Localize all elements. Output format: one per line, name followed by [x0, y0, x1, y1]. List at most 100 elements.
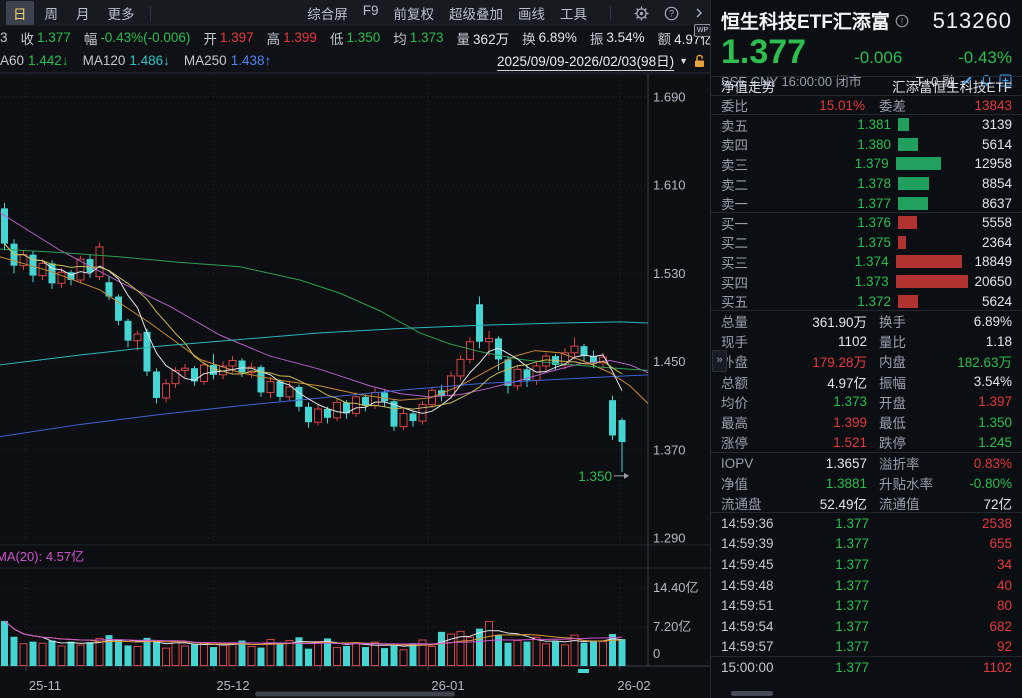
date-range-selector[interactable]: 2025/09/09-2026/02/03(98日) ▼ [497, 50, 710, 71]
stat-label: IOPV [721, 456, 767, 471]
ask-row[interactable]: 卖四 1.380 5614 [721, 135, 1012, 155]
last-price: 1.377 [721, 35, 806, 69]
weibi-value: 15.01% [765, 98, 865, 113]
stats-block-2: IOPV 1.3657 溢折率 0.83% 净值 1.3881 升贴水率 -0.… [711, 452, 1022, 512]
tick-row: 14:59:48 1.377 40 [721, 575, 1012, 596]
bid-row[interactable]: 买四 1.373 20650 [721, 272, 1012, 292]
bid-volume: 5558 [978, 215, 1012, 230]
toolbar-button[interactable]: 工具 [560, 3, 587, 23]
depth-bar-zone [898, 216, 978, 229]
date-range-text: 2025/09/09-2026/02/03(98日) [497, 50, 674, 71]
bid-row[interactable]: 买三 1.374 18849 [721, 252, 1012, 272]
quote-item: 开1.397 [203, 28, 253, 48]
depth-bar [896, 157, 941, 170]
period-tab[interactable]: 更多 [101, 1, 142, 25]
stat-value: 179.28万 [767, 351, 867, 371]
bid-label: 买二 [721, 232, 765, 252]
candlestick-chart[interactable]: 1.6901.6101.5301.4501.3701.29014.40亿7.20… [0, 72, 710, 698]
security-name: 恒生科技ETF汇添富 [721, 7, 890, 34]
quote-item: 高1.399 [267, 28, 317, 48]
stat-value: 1.350 [941, 415, 1012, 430]
quote-value: 362万 [473, 28, 509, 48]
chevron-right-icon[interactable] [694, 7, 704, 19]
panel-expander[interactable]: » [712, 350, 727, 372]
tick-volume: 92 [869, 639, 1012, 654]
period-tab[interactable]: 周 [38, 1, 66, 25]
quote-item: 低1.350 [330, 28, 380, 48]
quote-label: 收 [21, 28, 35, 48]
weibi-label: 委比 [721, 95, 765, 115]
depth-bar-zone [898, 138, 978, 151]
toolbar-button[interactable]: F9 [363, 3, 379, 23]
stat-value: 1.3657 [767, 456, 867, 471]
quote-value: 1.397 [220, 30, 254, 45]
bid-label: 买五 [721, 291, 765, 311]
ma-label: A60 [0, 53, 24, 68]
nav-value-trend-row: 净值走势 汇添富恒生科技ETF [711, 76, 1022, 95]
ask-row[interactable]: 卖三 1.379 12958 [721, 154, 1012, 174]
tick-time: 14:59:51 [721, 598, 793, 613]
stat-label: 升贴水率 [879, 473, 941, 493]
toolbar-button[interactable]: 前复权 [394, 3, 435, 23]
tick-price: 1.377 [793, 598, 869, 613]
panel-horizontal-scrollbar[interactable] [731, 691, 773, 696]
bid-price[interactable]: 1.373 [764, 274, 888, 289]
stats-row: 涨停 1.521 跌停 1.245 [721, 432, 1012, 452]
svg-text:MA(20): 4.57亿: MA(20): 4.57亿 [0, 549, 84, 564]
ask-row[interactable]: 卖一 1.377 8637 [721, 193, 1012, 213]
bid-price[interactable]: 1.372 [765, 294, 891, 309]
tick-time: 14:59:39 [721, 536, 793, 551]
stat-value: 1.521 [767, 435, 867, 450]
stat-value: 1.245 [941, 435, 1012, 450]
stat-value: 1.399 [767, 415, 867, 430]
tick-volume: 80 [869, 598, 1012, 613]
ask-row[interactable]: 卖五 1.381 3139 [721, 115, 1012, 135]
ask-price[interactable]: 1.378 [765, 176, 891, 191]
unlock-icon[interactable] [693, 54, 706, 68]
svg-text:?: ? [669, 8, 674, 18]
chart-side: 日周月更多 综合屏F9前复权超级叠加画线工具 ? 3 收1.377幅-0.43%… [0, 0, 710, 698]
bid-price[interactable]: 1.374 [764, 254, 888, 269]
stats-row: 净值 1.3881 升贴水率 -0.80% [721, 473, 1012, 493]
fund-full-name[interactable]: 汇添富恒生科技ETF [892, 76, 1012, 96]
ask-price[interactable]: 1.380 [765, 137, 891, 152]
nav-value-trend[interactable]: 净值走势 [721, 76, 775, 96]
ask-label: 卖五 [721, 115, 765, 135]
quote-prefix: 3 [0, 30, 8, 45]
info-icon[interactable]: ! [895, 14, 909, 28]
stat-value: 1102 [767, 334, 867, 349]
ask-price[interactable]: 1.379 [764, 156, 888, 171]
quote-value: 1.377 [37, 30, 71, 45]
period-tab[interactable]: 月 [69, 1, 97, 25]
quote-label: 低 [330, 28, 344, 48]
toolbar-button[interactable]: 画线 [518, 3, 545, 23]
ask-label: 卖一 [721, 193, 765, 213]
quote-label: 均 [393, 28, 407, 48]
quote-label: 振 [590, 28, 604, 48]
ma-label: MA250 [184, 53, 227, 68]
ask-price[interactable]: 1.377 [765, 196, 891, 211]
ask-price[interactable]: 1.381 [765, 117, 891, 132]
time-and-sales-list[interactable]: 14:59:36 1.377 2538 14:59:39 1.377 655 1… [711, 512, 1022, 656]
toolbar-button[interactable]: 综合屏 [307, 3, 348, 23]
depth-bar-zone [896, 255, 975, 268]
stats-row: IOPV 1.3657 溢折率 0.83% [721, 453, 1012, 473]
svg-text:0: 0 [653, 646, 660, 661]
quote-value: 1.350 [346, 30, 380, 45]
bid-row[interactable]: 买五 1.372 5624 [721, 291, 1012, 311]
gear-icon[interactable] [634, 6, 649, 21]
bid-row[interactable]: 买一 1.376 5558 [721, 213, 1012, 233]
tick-row: 14:59:36 1.377 2538 [721, 513, 1012, 534]
quote-item: 振3.54% [590, 28, 645, 48]
depth-bar-zone [896, 157, 975, 170]
stat-value: 52.49亿 [767, 493, 867, 513]
bid-price[interactable]: 1.375 [765, 235, 891, 250]
period-tab[interactable]: 日 [6, 1, 34, 25]
ask-volume: 12958 [974, 156, 1012, 171]
bid-row[interactable]: 买二 1.375 2364 [721, 233, 1012, 253]
help-icon[interactable]: ? [664, 6, 679, 21]
ask-row[interactable]: 卖二 1.378 8854 [721, 174, 1012, 194]
bid-price[interactable]: 1.376 [765, 215, 891, 230]
svg-text:1.530: 1.530 [653, 266, 686, 281]
toolbar-button[interactable]: 超级叠加 [449, 3, 503, 23]
